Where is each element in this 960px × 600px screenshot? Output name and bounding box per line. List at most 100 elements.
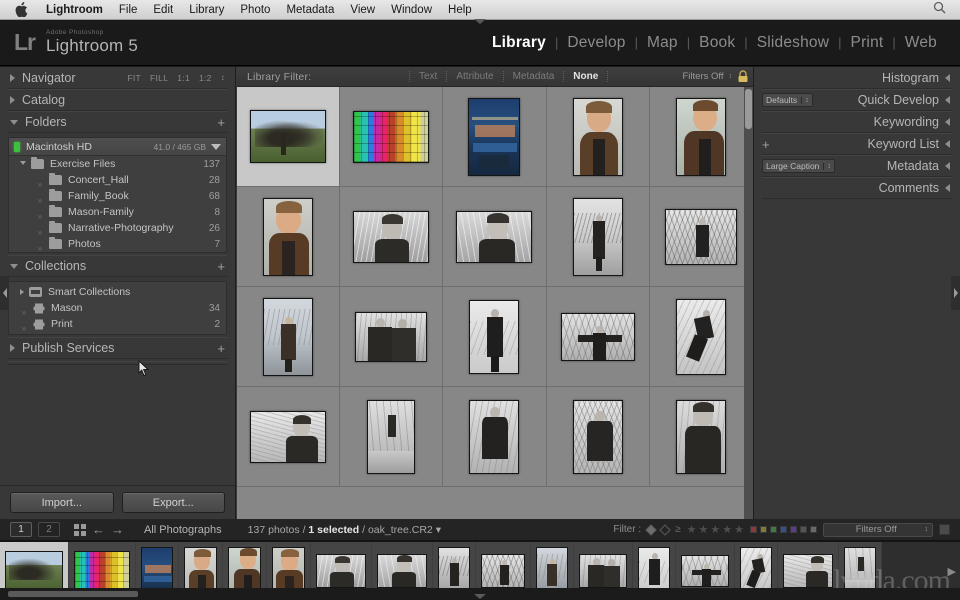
thumbnail-bw-hands[interactable]	[469, 399, 520, 474]
module-develop[interactable]: Develop	[558, 34, 634, 52]
menu-item-metadata[interactable]: Metadata	[278, 0, 342, 20]
left-panel-collapse-arrow[interactable]	[0, 276, 9, 310]
collection-row[interactable]: Smart Collections	[9, 284, 226, 300]
filter-tab-metadata[interactable]: Metadata	[504, 71, 565, 82]
menu-item-view[interactable]: View	[342, 0, 383, 20]
nav-mode-fit[interactable]: FIT	[127, 73, 141, 83]
color-chip-purple[interactable]	[790, 526, 797, 533]
chevron-down-icon[interactable]: ▾	[436, 524, 441, 536]
chevron-left-icon[interactable]	[945, 96, 950, 104]
chevron-left-icon[interactable]	[945, 73, 950, 82]
chevron-right-icon[interactable]	[10, 96, 15, 104]
color-chip-green[interactable]	[770, 526, 777, 533]
chevron-updown-icon[interactable]: ↕	[221, 73, 225, 83]
filmstrip-thumbnail-bw-bridge-stand-2[interactable]	[481, 554, 525, 588]
chevron-updown-icon[interactable]: ↕	[925, 526, 929, 533]
thumbnail-portrait-fur-2[interactable]	[675, 97, 726, 176]
grid-cell[interactable]	[546, 287, 650, 387]
panel-header-catalog[interactable]: Catalog	[8, 89, 227, 111]
metadata-combo[interactable]: Large Caption ↕	[762, 159, 835, 173]
filmstrip-scrollbar[interactable]	[8, 591, 138, 597]
panel-header-quick-develop[interactable]: Defaults ↕ Quick Develop	[762, 89, 952, 111]
thumbnail-bw-close[interactable]	[675, 399, 726, 474]
folder-row[interactable]: » Concert_Hall 28	[9, 172, 226, 189]
star-icon[interactable]: ★	[699, 523, 709, 536]
grid-cell[interactable]	[340, 287, 444, 387]
folder-row[interactable]: Exercise Files 137	[9, 156, 226, 172]
thumbnail-bw-coat-stand[interactable]	[469, 299, 520, 374]
filmstrip-thumbnail-color-doors[interactable]	[74, 551, 130, 591]
plus-icon[interactable]: +	[217, 260, 225, 273]
grid-cell[interactable]	[546, 387, 650, 487]
chevron-updown-icon[interactable]: ↕	[823, 162, 831, 170]
color-chip-yellow[interactable]	[760, 526, 767, 533]
search-icon[interactable]	[933, 1, 946, 19]
nav-mode-fill[interactable]: FILL	[150, 73, 168, 83]
thumbnail-oak-tree[interactable]	[250, 110, 327, 163]
rating-operator-icon[interactable]: ≥	[675, 524, 681, 535]
filmstrip-filters-combo[interactable]: Filters Off ↕	[823, 522, 933, 537]
grid-cell[interactable]	[237, 187, 341, 287]
grid-cell[interactable]	[340, 387, 444, 487]
menu-item-help[interactable]: Help	[440, 0, 480, 20]
grid-cell[interactable]	[649, 287, 753, 387]
filmstrip-thumbnail-bw-lean-rail[interactable]	[783, 554, 833, 588]
filmstrip-color-chips[interactable]	[750, 526, 817, 533]
quick-develop-preset-control[interactable]: Defaults ↕	[762, 93, 813, 107]
filmstrip-thumbnail-oak-tree[interactable]	[5, 551, 63, 591]
menu-item-photo[interactable]: Photo	[232, 0, 278, 20]
thumbnail-bw-cables[interactable]	[572, 399, 623, 474]
screen-1-button[interactable]: 1	[10, 522, 32, 537]
star-icon[interactable]: ★	[687, 523, 697, 536]
collection-row[interactable]: » Print 2	[9, 316, 226, 333]
thumbnail-bw-arms-out[interactable]	[560, 312, 635, 361]
grid-cell[interactable]	[443, 387, 547, 487]
thumbnail-bw-portrait-2[interactable]	[456, 210, 533, 263]
grid-cell[interactable]	[340, 87, 444, 187]
color-chip-red[interactable]	[750, 526, 757, 533]
thumbnail-bw-bridge-stand-2[interactable]	[664, 208, 737, 265]
filmstrip-thumbnail-bw-portrait-2[interactable]	[377, 554, 427, 588]
panel-header-folders[interactable]: Folders +	[8, 111, 227, 133]
grid-scrollbar-thumb[interactable]	[745, 89, 752, 129]
folder-row[interactable]: » Family_Book 68	[9, 188, 226, 205]
filmstrip-thumbnail-bw-two-men[interactable]	[579, 554, 627, 588]
menu-item-window[interactable]: Window	[383, 0, 440, 20]
folder-row[interactable]: » Photos 7	[9, 236, 226, 253]
grid-cell[interactable]	[649, 87, 753, 187]
chevron-right-icon[interactable]	[10, 73, 15, 82]
star-icon[interactable]: ★	[722, 523, 732, 536]
filmstrip-collapse-arrow[interactable]	[474, 594, 486, 599]
thumbnail-color-doors[interactable]	[353, 110, 430, 163]
panel-header-histogram[interactable]: Histogram	[762, 67, 952, 89]
star-icon[interactable]: ★	[710, 523, 720, 536]
panel-header-comments[interactable]: Comments	[762, 177, 952, 199]
star-icon[interactable]: ★	[734, 523, 744, 536]
grid-cell[interactable]	[649, 387, 753, 487]
thumbnail-bw-lean-rail[interactable]	[250, 410, 327, 463]
chevron-right-icon[interactable]	[10, 344, 15, 352]
export-button[interactable]: Export...	[121, 492, 225, 513]
lock-icon[interactable]	[737, 70, 749, 83]
grid-cell[interactable]	[443, 187, 547, 287]
top-panel-toggle-arrow[interactable]	[474, 19, 486, 24]
menu-item-library[interactable]: Library	[181, 0, 232, 20]
menu-item-lightroom[interactable]: Lightroom	[38, 0, 111, 20]
chevron-right-icon[interactable]	[20, 289, 24, 295]
filter-tab-text[interactable]: Text	[409, 71, 448, 82]
filter-tab-attribute[interactable]: Attribute	[447, 71, 504, 82]
filmstrip-thumbnail-bw-portrait-1[interactable]	[316, 554, 366, 588]
collection-row[interactable]: » Mason 34	[9, 300, 226, 317]
chevron-updown-icon[interactable]: ↕	[801, 96, 809, 104]
filter-enable-toggle[interactable]	[939, 524, 950, 535]
volume-menu-icon[interactable]	[211, 143, 221, 150]
chevron-left-icon[interactable]	[945, 140, 950, 148]
filters-off-label[interactable]: Filters Off	[683, 71, 724, 82]
module-map[interactable]: Map	[638, 34, 687, 52]
grid-cell[interactable]	[443, 287, 547, 387]
folder-row[interactable]: » Narrative-Photography 26	[9, 220, 226, 237]
module-slideshow[interactable]: Slideshow	[748, 34, 838, 52]
nav-mode-1-1[interactable]: 1:1	[177, 73, 190, 83]
metadata-preset-control[interactable]: Large Caption ↕	[762, 159, 835, 173]
thumbnail-portrait-fur-1[interactable]	[572, 97, 623, 176]
